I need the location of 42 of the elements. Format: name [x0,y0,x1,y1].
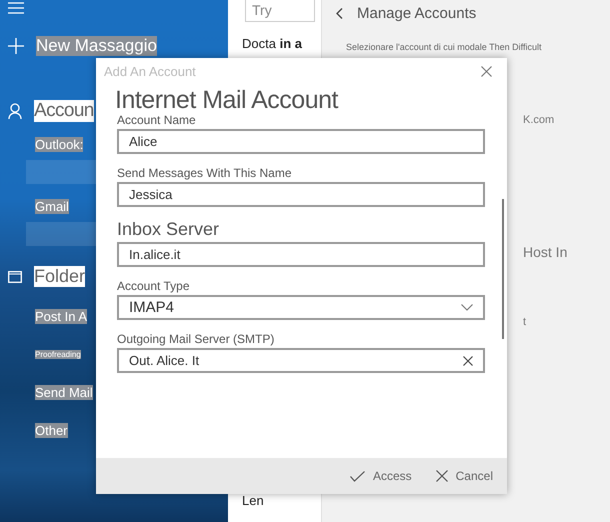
dialog-heading: Internet Mail Account [115,87,340,113]
folder-icon [8,270,22,282]
folder-item[interactable]: Other [35,422,68,438]
account-text: K.com [522,114,556,126]
plus-icon[interactable] [8,38,24,54]
person-icon [8,103,22,119]
check-icon [350,470,365,482]
account-text: t [522,316,528,328]
message-preview[interactable]: Docta in a [228,36,321,51]
input-field[interactable]: Out. Alice. It [117,348,485,373]
new-message-link[interactable]: New Massaggio [36,36,157,56]
back-icon[interactable] [336,8,343,19]
field-label: Inbox Server [117,219,220,240]
message-preview[interactable]: Len [228,493,321,508]
field-label: Account Type [117,279,190,293]
input-field[interactable]: In.alice.it [117,242,485,267]
panel-title: Manage Accounts [357,5,476,22]
account-text: Host In [522,244,568,260]
menu-icon[interactable] [8,2,24,14]
scrollbar[interactable] [502,199,504,339]
field-label: Outgoing Mail Server (SMTP) [117,332,276,346]
access-button[interactable]: Access [348,467,414,485]
clear-icon[interactable] [463,356,473,366]
folders-heading: Folder [34,266,86,287]
folder-item[interactable]: Send Mail [35,384,93,400]
dropdown[interactable]: IMAP4 [117,295,485,320]
close-icon[interactable] [481,66,492,77]
search-field[interactable]: Try [245,0,315,22]
chevron-icon [461,304,473,311]
folder-item[interactable]: Proofreading [35,350,81,358]
field-label: Send Messages With This Name [117,166,293,180]
folder-item[interactable]: Post In A [35,308,88,324]
input-field[interactable]: Alice [117,129,485,154]
close-icon [436,470,448,482]
field-label: Account Name [117,113,197,127]
input-field[interactable]: Jessica [117,182,485,207]
instruction-text: Selezionare l'account di cui modale Then Difficult [345,42,542,52]
account-item[interactable]: Gmail [35,199,69,214]
cancel-button[interactable]: Cancel [434,467,495,485]
dialog-title: Add An Account [104,64,196,79]
account-item[interactable]: Outlook: [35,137,84,152]
accounts-heading: Accoun [34,100,94,122]
